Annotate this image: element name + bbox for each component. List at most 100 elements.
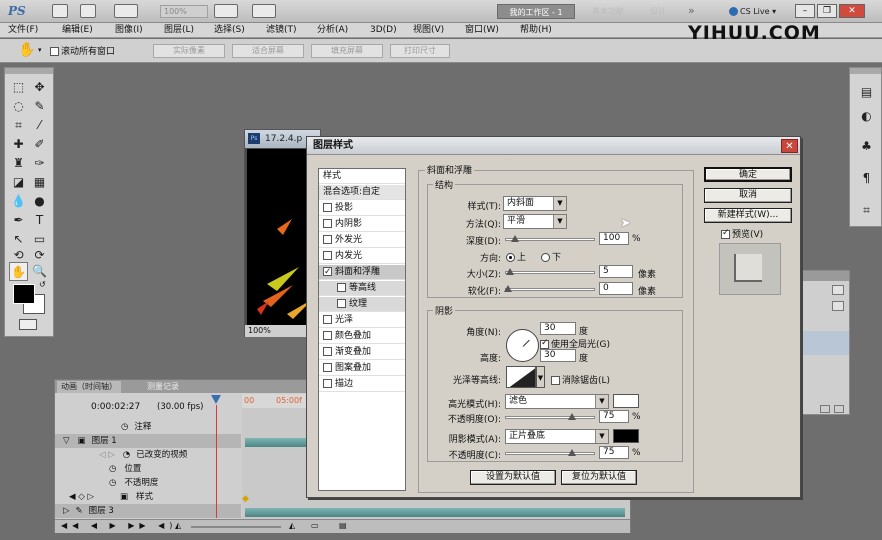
timecode[interactable]: 0:00:02:27: [91, 402, 140, 412]
bridge-icon[interactable]: [52, 4, 68, 18]
stopwatch-icon[interactable]: ◔: [123, 450, 130, 460]
dialog-close-button[interactable]: ✕: [781, 139, 798, 153]
soften-slider[interactable]: [505, 288, 595, 291]
ok-button[interactable]: 确定: [704, 167, 792, 182]
menu-3d[interactable]: 3D(D): [370, 24, 397, 37]
soften-input[interactable]: 0: [599, 282, 633, 295]
playhead-line[interactable]: [216, 405, 217, 518]
checkbox-box[interactable]: [323, 219, 332, 228]
panel-header[interactable]: [796, 271, 849, 281]
crop-tool-icon[interactable]: ⌗: [9, 116, 28, 135]
style-keyframe-icon[interactable]: ◆: [242, 494, 249, 504]
size-input[interactable]: 5: [599, 265, 633, 278]
workspace-overflow-icon[interactable]: »: [688, 4, 695, 17]
menu-image[interactable]: 图像(I): [115, 24, 143, 37]
depth-input[interactable]: 100: [599, 232, 629, 245]
marquee-tool-icon[interactable]: ⬚: [9, 78, 28, 97]
collapse-triangle-icon[interactable]: ▽: [63, 436, 70, 446]
anti-aliased-checkbox[interactable]: 消除锯齿(L): [551, 373, 610, 386]
reset-default-button[interactable]: 复位为默认值: [561, 470, 637, 485]
menu-window[interactable]: 窗口(W): [465, 24, 499, 37]
stopwatch-icon[interactable]: ◷: [121, 422, 128, 432]
view-extras-icon[interactable]: [114, 4, 138, 18]
menu-help[interactable]: 帮助(H): [520, 24, 552, 37]
healing-brush-icon[interactable]: ✚: [9, 135, 28, 154]
row-position[interactable]: ◷ 位置: [55, 462, 241, 476]
zoom-tool-icon[interactable]: 🔍: [30, 262, 49, 281]
tools-panel-header[interactable]: [5, 68, 53, 74]
highlight-opacity-thumb[interactable]: [568, 413, 576, 420]
menu-filter[interactable]: 滤镜(T): [266, 24, 297, 37]
checkbox-box[interactable]: [323, 331, 332, 340]
shadow-opacity-slider[interactable]: [505, 452, 595, 455]
menu-edit[interactable]: 编辑(E): [62, 24, 93, 37]
checkbox-box[interactable]: [337, 299, 346, 308]
shadow-color-swatch[interactable]: [613, 429, 639, 443]
fill-screen-button[interactable]: 填充屏幕: [311, 44, 383, 58]
checkbox-box[interactable]: [323, 235, 332, 244]
stopwatch-icon[interactable]: ◷: [109, 478, 116, 488]
row-altered-video[interactable]: ◁ ▷ ◔ 已改变的视频: [55, 448, 241, 462]
row-opacity[interactable]: ◷ 不透明度: [55, 476, 241, 490]
quick-select-tool-icon[interactable]: ✎: [30, 97, 49, 116]
bevel-style-select[interactable]: 内斜面 ▼: [503, 196, 567, 211]
chevron-down-icon[interactable]: ▼: [536, 366, 545, 388]
stopwatch-icon[interactable]: ◷: [109, 464, 116, 474]
restore-button[interactable]: ❐: [817, 4, 837, 18]
selected-layer-row[interactable]: [796, 331, 849, 355]
zoom-out-icon[interactable]: ◭: [175, 521, 181, 530]
style-item-inner-glow[interactable]: 内发光: [319, 249, 405, 264]
minibridge-icon[interactable]: [80, 4, 96, 18]
dodge-tool-icon[interactable]: ●: [30, 192, 49, 211]
brush-tool-icon[interactable]: ✐: [30, 135, 49, 154]
row-style[interactable]: ◀ ◇ ▷ ▣ 样式: [55, 490, 241, 504]
menu-file[interactable]: 文件(F): [8, 24, 38, 37]
highlight-opacity-slider[interactable]: [505, 416, 595, 419]
lasso-tool-icon[interactable]: ◌: [9, 97, 28, 116]
quick-mask-icon[interactable]: [19, 319, 37, 330]
highlight-color-swatch[interactable]: [613, 394, 639, 408]
keyframe-nav-icon[interactable]: ◁ ▷: [99, 450, 115, 460]
clone-stamp-icon[interactable]: ♜: [9, 154, 28, 173]
cancel-button[interactable]: 取消: [704, 188, 792, 203]
new-style-button[interactable]: 新建样式(W)...: [704, 208, 792, 223]
angle-dial[interactable]: [506, 329, 539, 362]
shadow-opacity-thumb[interactable]: [568, 449, 576, 456]
shadow-opacity-input[interactable]: 75: [599, 446, 629, 459]
gloss-contour-picker[interactable]: [506, 366, 536, 388]
print-size-button[interactable]: 打印尺寸: [390, 44, 450, 58]
style-item-inner-shadow[interactable]: 内阴影: [319, 217, 405, 232]
stopwatch-icon[interactable]: ▣: [120, 492, 128, 502]
workspace-button-design[interactable]: 设计: [640, 4, 676, 19]
tab-animation-timeline[interactable]: 动画（时间轴）: [57, 381, 121, 393]
soften-slider-thumb[interactable]: [504, 285, 512, 292]
menu-layer[interactable]: 图层(L): [164, 24, 194, 37]
character-panel-icon[interactable]: ¶: [858, 170, 875, 187]
checkbox-box[interactable]: [323, 315, 332, 324]
checkbox-box[interactable]: [323, 347, 332, 356]
history-brush-icon[interactable]: ✑: [30, 154, 49, 173]
row-comments[interactable]: ◷ 注释: [55, 420, 241, 434]
keyframe-nav-icon[interactable]: ◀ ◇ ▷: [69, 492, 94, 502]
style-item-color-overlay[interactable]: 颜色叠加: [319, 329, 405, 344]
color-panel-icon[interactable]: ♣: [858, 138, 875, 155]
foreground-color-swatch[interactable]: [13, 284, 35, 304]
scroll-all-windows-checkbox[interactable]: 滚动所有窗口: [50, 44, 115, 57]
blending-options-item[interactable]: 混合选项:自定: [319, 185, 405, 200]
style-item-pattern-overlay[interactable]: 图案叠加: [319, 361, 405, 376]
timeline-zoom-slider[interactable]: [191, 526, 281, 528]
dock-header[interactable]: [850, 68, 881, 74]
pen-tool-icon[interactable]: ✒: [9, 211, 28, 230]
transform-panel-icon[interactable]: ⌗: [858, 202, 875, 219]
row-layer-3[interactable]: ▷ ✎ 图层 3: [55, 504, 241, 518]
style-item-contour[interactable]: 等高线: [319, 281, 405, 296]
checkbox-box[interactable]: [323, 203, 332, 212]
fit-screen-button[interactable]: 适合屏幕: [232, 44, 304, 58]
style-item-drop-shadow[interactable]: 投影: [319, 201, 405, 216]
gradient-tool-icon[interactable]: ▦: [30, 173, 49, 192]
hand-tool-icon[interactable]: ✋: [9, 262, 28, 281]
cs-live-menu[interactable]: CS Live ▾: [729, 5, 789, 19]
arrange-documents-icon[interactable]: [252, 4, 276, 18]
panel-menu-icon[interactable]: [832, 285, 844, 295]
blur-tool-icon[interactable]: 💧: [9, 192, 28, 211]
